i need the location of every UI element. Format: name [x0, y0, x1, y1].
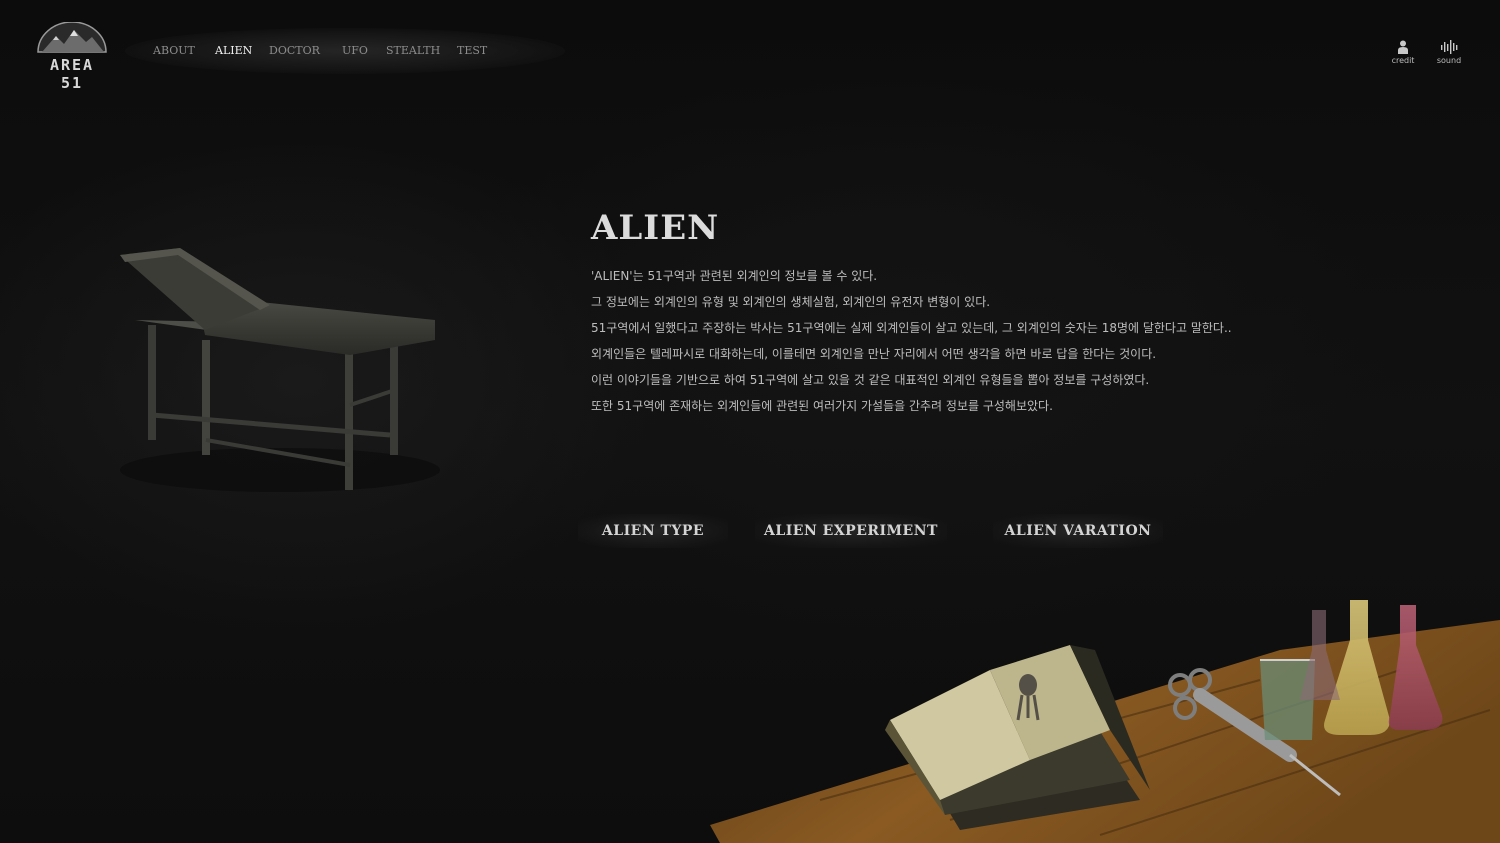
sound-button[interactable]: sound	[1429, 40, 1469, 65]
sound-label: sound	[1436, 56, 1462, 65]
description-line: 'ALIEN'는 51구역과 관련된 외계인의 정보를 볼 수 있다.	[591, 269, 878, 283]
mountain-emblem-icon	[37, 21, 107, 53]
nav-item-test[interactable]: TEST	[457, 44, 487, 57]
description-line: 51구역에서 일했다고 주장하는 박사는 51구역에는 실제 외계인들이 살고 …	[591, 321, 1232, 335]
nav-item-alien[interactable]: ALIEN	[215, 44, 252, 57]
description: 'ALIEN'는 51구역과 관련된 외계인의 정보를 볼 수 있다. 그 정보…	[591, 266, 1291, 422]
description-line: 그 정보에는 외계인의 유형 및 외계인의 생체실험, 외계인의 유전자 변형이…	[591, 295, 991, 309]
description-line: 이런 이야기들을 기반으로 하여 51구역에 살고 있을 것 같은 대표적인 외…	[591, 373, 1150, 387]
examination-bed-image	[120, 248, 440, 492]
nav-item-doctor[interactable]: DOCTOR	[269, 44, 320, 57]
nav-item-stealth[interactable]: STEALTH	[386, 44, 440, 57]
description-line: 외계인들은 텔레파시로 대화하는데, 이를테면 외계인을 만난 자리에서 어떤 …	[591, 347, 1157, 361]
person-icon	[1398, 40, 1408, 54]
alien-experiment-button[interactable]: ALIEN EXPERIMENT	[755, 514, 947, 548]
page-title: ALIEN	[591, 208, 720, 248]
alien-variation-button[interactable]: ALIEN VARATION	[993, 514, 1163, 548]
description-line: 또한 51구역에 존재하는 외계인들에 관련된 여러가지 가설들을 간추려 정보…	[591, 399, 1053, 413]
alien-type-button[interactable]: ALIEN TYPE	[578, 514, 728, 548]
lab-table-image	[710, 600, 1500, 843]
credit-button[interactable]: credit	[1383, 40, 1423, 65]
nav-item-about[interactable]: ABOUT	[153, 44, 195, 57]
credit-label: credit	[1391, 56, 1415, 65]
logo-text: AREA 51	[49, 56, 95, 92]
nav-item-ufo[interactable]: UFO	[342, 44, 368, 57]
area51-logo[interactable]: AREA 51	[34, 21, 110, 92]
sound-wave-icon	[1441, 40, 1458, 54]
